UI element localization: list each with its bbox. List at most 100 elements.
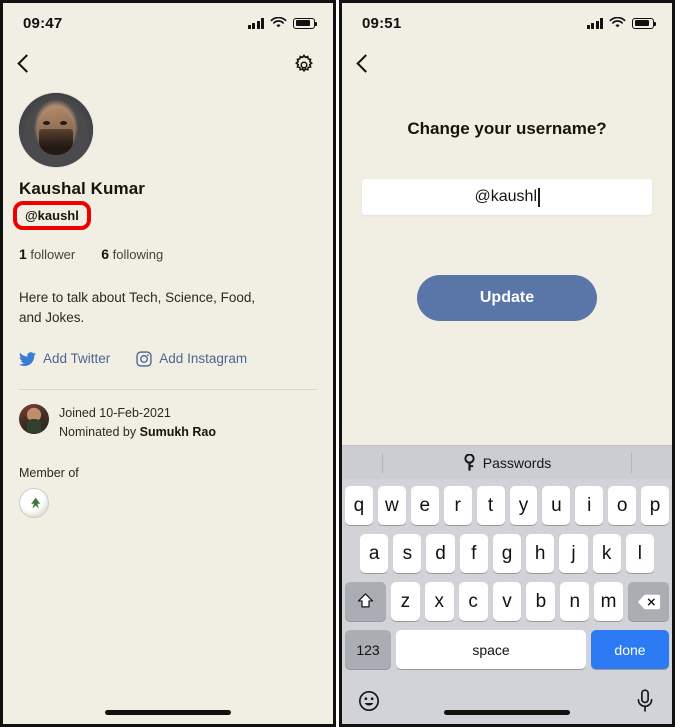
member-of-section: Member of <box>3 442 333 519</box>
key-k[interactable]: k <box>592 534 621 573</box>
joined-section: Joined 10-Feb-2021 Nominated by Sumukh R… <box>3 390 333 443</box>
following-label: following <box>112 247 164 262</box>
keyboard-row-2: a s d f g h j k l <box>345 534 669 573</box>
home-indicator <box>444 710 570 715</box>
done-key[interactable]: done <box>591 630 669 669</box>
profile-section: Kaushal Kumar @kaushl 1 follower 6 follo… <box>3 87 333 367</box>
space-key[interactable]: space <box>396 630 586 669</box>
home-indicator <box>105 710 231 715</box>
followers-label: follower <box>30 247 76 262</box>
key-i[interactable]: i <box>575 486 604 525</box>
signal-bars-icon <box>586 17 603 29</box>
add-twitter-label: Add Twitter <box>43 351 111 366</box>
key-s[interactable]: s <box>393 534 422 573</box>
keyboard-row-3: z x c v b n m <box>345 582 670 621</box>
page-title: Change your username? <box>407 119 607 138</box>
battery-icon <box>632 17 656 29</box>
backspace-key[interactable] <box>628 582 670 621</box>
key-a[interactable]: a <box>360 534 389 573</box>
passwords-label: Passwords <box>482 454 552 471</box>
key-d[interactable]: d <box>426 534 455 573</box>
username-input[interactable]: @kaushl <box>362 179 652 215</box>
wifi-icon <box>609 17 626 28</box>
key-m[interactable]: m <box>594 582 624 621</box>
instagram-icon <box>136 350 152 367</box>
key-c[interactable]: c <box>458 582 488 621</box>
text-caret <box>538 187 540 207</box>
key-t[interactable]: t <box>476 486 505 525</box>
profile-handle[interactable]: @kaushl <box>19 205 85 226</box>
profile-name: Kaushal Kumar <box>19 179 146 198</box>
battery-icon <box>293 17 317 29</box>
key-f[interactable]: f <box>459 534 488 573</box>
key-l[interactable]: l <box>625 534 654 573</box>
key-n[interactable]: n <box>560 582 590 621</box>
key-r[interactable]: r <box>443 486 472 525</box>
key-v[interactable]: v <box>492 582 522 621</box>
on-screen-keyboard: Passwords q w e r t y u i o p a s d f g <box>342 445 672 724</box>
key-h[interactable]: h <box>526 534 555 573</box>
phone-screen-profile: 09:47 Kaushal Kumar @kaushl 1 follower 6… <box>0 0 336 727</box>
gear-icon[interactable] <box>293 54 315 76</box>
key-x[interactable]: x <box>424 582 454 621</box>
wifi-icon <box>270 17 287 28</box>
following-stat[interactable]: 6 following <box>101 246 163 262</box>
key-z[interactable]: z <box>391 582 420 621</box>
key-w[interactable]: w <box>377 486 406 525</box>
passwords-suggestion-bar[interactable]: Passwords <box>342 445 672 479</box>
emoji-icon[interactable] <box>358 689 380 713</box>
nominator-name[interactable]: Sumukh Rao <box>140 425 216 439</box>
nominated-by-row: Nominated by Sumukh Rao <box>59 423 216 442</box>
signal-bars-icon <box>247 17 264 29</box>
back-button[interactable] <box>17 54 30 76</box>
twitter-icon <box>19 351 36 366</box>
keyboard-bottom-bar <box>342 678 672 724</box>
key-u[interactable]: u <box>542 486 571 525</box>
nominator-avatar[interactable] <box>19 403 49 434</box>
username-input-value: @kaushl <box>474 188 538 205</box>
microphone-icon[interactable] <box>634 689 656 713</box>
back-button[interactable] <box>356 54 369 76</box>
key-j[interactable]: j <box>559 534 588 573</box>
followers-count: 1 <box>19 246 27 262</box>
key-q[interactable]: q <box>344 486 373 525</box>
member-of-label: Member of <box>19 466 79 481</box>
key-e[interactable]: e <box>410 486 439 525</box>
joined-text-block: Joined 10-Feb-2021 Nominated by Sumukh R… <box>59 404 216 443</box>
key-g[interactable]: g <box>492 534 522 573</box>
keyboard-row-1: q w e r t y u i o p <box>344 486 670 525</box>
status-bar: 09:47 <box>3 3 333 43</box>
add-instagram-label: Add Instagram <box>159 351 248 366</box>
add-twitter-link[interactable]: Add Twitter <box>19 351 110 366</box>
nominated-prefix: Nominated by <box>59 424 140 439</box>
update-button[interactable]: Update <box>417 275 597 321</box>
status-icons <box>247 17 317 29</box>
add-instagram-link[interactable]: Add Instagram <box>136 350 248 367</box>
key-o[interactable]: o <box>608 486 637 525</box>
status-time-right: 09:51 <box>362 14 402 32</box>
following-count: 6 <box>101 246 110 262</box>
nav-bar-right <box>342 43 672 87</box>
key-icon <box>464 454 475 471</box>
counts-row: 1 follower 6 following <box>19 246 317 262</box>
keyboard-rows: q w e r t y u i o p a s d f g h j k l z … <box>342 479 672 669</box>
phone-screen-change-username: 09:51 Change your username? @kaushl Upda… <box>339 0 675 727</box>
status-icons-right <box>586 17 656 29</box>
keyboard-row-4: 123 space done <box>345 630 669 669</box>
nav-bar <box>3 43 333 87</box>
key-b[interactable]: b <box>526 582 556 621</box>
backspace-icon <box>637 594 660 609</box>
handle-wrapper[interactable]: @kaushl <box>13 201 91 230</box>
numbers-key[interactable]: 123 <box>345 630 391 669</box>
key-p[interactable]: p <box>641 486 670 525</box>
club-avatar[interactable] <box>19 488 49 519</box>
social-links: Add Twitter Add Instagram <box>19 350 317 367</box>
joined-date: Joined 10-Feb-2021 <box>59 405 171 420</box>
user-avatar[interactable] <box>19 93 93 167</box>
shift-key[interactable] <box>345 582 386 621</box>
key-y[interactable]: y <box>509 486 538 525</box>
shift-icon <box>357 593 374 608</box>
profile-bio: Here to talk about Tech, Science, Food, … <box>19 290 256 326</box>
status-bar-right: 09:51 <box>342 3 672 43</box>
followers-stat[interactable]: 1 follower <box>19 246 75 262</box>
